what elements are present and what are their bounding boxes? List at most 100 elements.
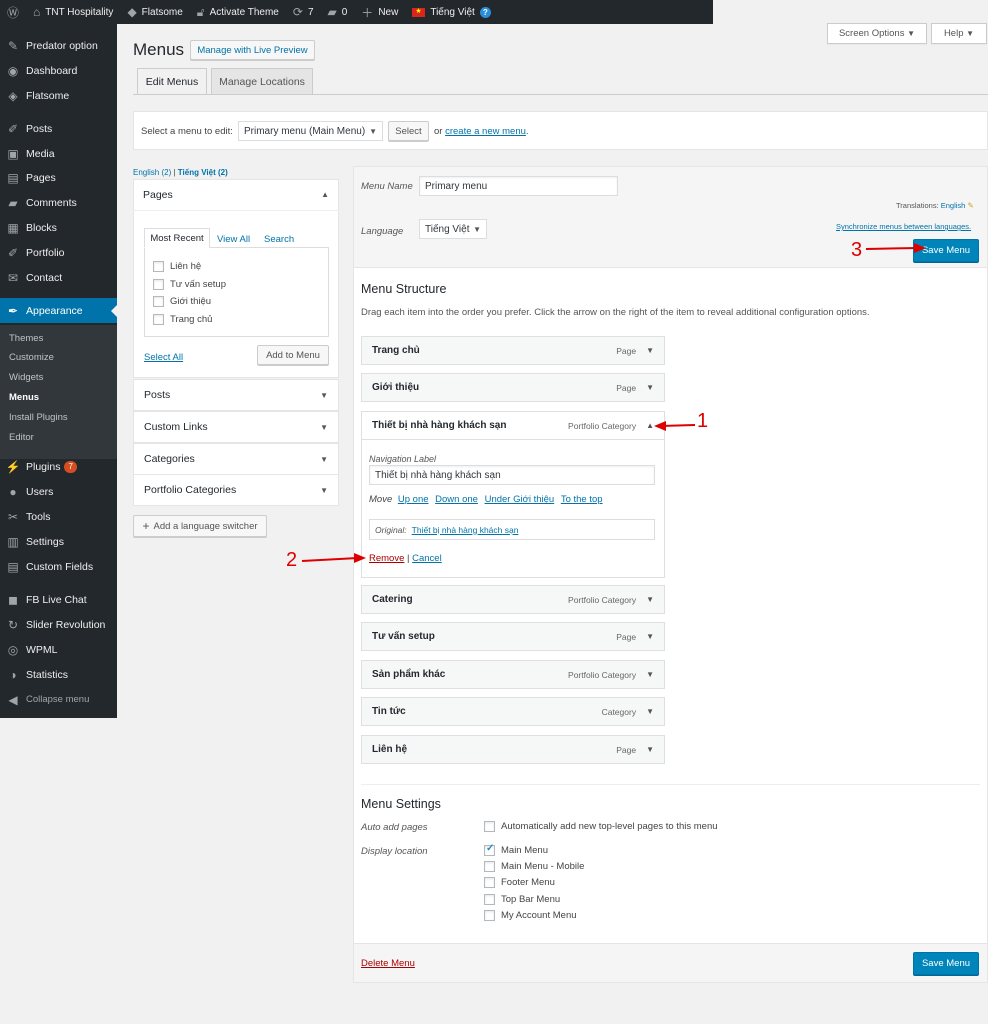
menu-select[interactable]: Primary menu (Main Menu) ▼	[238, 121, 383, 141]
sidebar-item-posts[interactable]: ✐ Posts	[0, 116, 117, 141]
new-content-link[interactable]: ＋ New	[354, 0, 405, 24]
sidebar-item-blocks[interactable]: ▦ Blocks	[0, 215, 117, 240]
updates-link[interactable]: ⟳ 7	[286, 0, 321, 24]
delete-menu-link[interactable]: Delete Menu	[361, 958, 415, 969]
comments-link[interactable]: ▰ 0	[321, 0, 355, 24]
display-location-option[interactable]: Main Menu - Mobile	[484, 861, 584, 873]
location-checkbox[interactable]	[484, 893, 495, 905]
caret-down-icon[interactable]: ▼	[646, 346, 654, 355]
select-button[interactable]: Select	[388, 121, 429, 141]
sidebar-item-pages[interactable]: ▤ Pages	[0, 165, 117, 190]
caret-down-icon[interactable]: ▼	[646, 595, 654, 604]
sidebar-item-dashboard[interactable]: ◉ Dashboard	[0, 58, 117, 83]
sidebar-item-media[interactable]: ▣ Media	[0, 141, 117, 166]
submenu-item-themes[interactable]: Themes	[9, 333, 43, 344]
location-checkbox[interactable]	[484, 861, 495, 873]
live-preview-button[interactable]: Manage with Live Preview	[190, 40, 315, 60]
theme-link[interactable]: ◆ Flatsome	[120, 0, 189, 24]
save-menu-button-bottom[interactable]: Save Menu	[913, 952, 979, 975]
caret-down-icon[interactable]: ▼	[646, 745, 654, 754]
sidebar-item-comments[interactable]: ▰ Comments	[0, 190, 117, 215]
display-location-option[interactable]: My Account Menu	[484, 909, 577, 921]
tab-view-all[interactable]: View All	[217, 234, 250, 245]
page-list-item[interactable]: Trang chủ	[153, 313, 212, 325]
wordpress-logo[interactable]: Ⓦ	[0, 0, 26, 24]
sidebar-item-collapse-menu[interactable]: ◀ Collapse menu	[0, 687, 117, 712]
display-location-option[interactable]: Main Menu	[484, 843, 548, 856]
english-link[interactable]: English (2)	[133, 168, 171, 177]
sidebar-item-users[interactable]: ● Users	[0, 479, 117, 504]
create-menu-link[interactable]: create a new menu	[445, 126, 526, 137]
pages-header[interactable]: Pages ▲	[133, 179, 339, 211]
tab-manage-locations[interactable]: Manage Locations	[211, 68, 313, 94]
sidebar-item-slider-revolution[interactable]: ↻ Slider Revolution	[0, 612, 117, 637]
location-checkbox[interactable]	[484, 877, 495, 889]
nav-label-input[interactable]: Thiết bị nhà hàng khách sạn	[369, 465, 655, 485]
language-switcher[interactable]: Tiếng Việt?	[405, 0, 497, 24]
accordion-custom-links[interactable]: Custom Links ▼	[133, 411, 339, 443]
remove-link[interactable]: Remove	[369, 553, 404, 564]
move-down-one-link[interactable]: Down one	[435, 494, 478, 505]
location-checkbox[interactable]	[484, 843, 495, 856]
move-up-one-link[interactable]: Up one	[398, 494, 429, 505]
add-to-menu-button[interactable]: Add to Menu	[257, 345, 329, 365]
accordion-categories[interactable]: Categories ▼	[133, 443, 339, 475]
submenu-item-widgets[interactable]: Widgets	[9, 372, 43, 383]
menu-item-tu-van[interactable]: Tư vấn setup Page ▼	[361, 622, 665, 651]
caret-down-icon[interactable]: ▼	[646, 632, 654, 641]
page-checkbox[interactable]	[153, 278, 164, 290]
submenu-item-install-plugins[interactable]: Install Plugins	[9, 412, 68, 423]
activate-theme-link[interactable]: 🔓︎ Activate Theme	[190, 0, 286, 24]
menu-item-tin-tuc[interactable]: Tin tức Category ▼	[361, 697, 665, 726]
move-to-top-link[interactable]: To the top	[561, 494, 603, 505]
sidebar-item-custom-fields[interactable]: ▤ Custom Fields	[0, 554, 117, 579]
display-location-option[interactable]: Footer Menu	[484, 877, 555, 889]
menu-item-lien-he[interactable]: Liên hệ Page ▼	[361, 735, 665, 764]
tab-edit-menus[interactable]: Edit Menus	[137, 68, 207, 95]
sidebar-item-appearance[interactable]: ✒ Appearance	[0, 298, 117, 323]
accordion-portfolio-categories[interactable]: Portfolio Categories ▼	[133, 474, 339, 506]
caret-down-icon[interactable]: ▼	[646, 383, 654, 392]
menu-item-san-pham[interactable]: Sản phẩm khác Portfolio Category ▼	[361, 660, 665, 689]
location-checkbox[interactable]	[484, 909, 495, 921]
caret-down-icon[interactable]: ▼	[646, 670, 654, 679]
page-checkbox[interactable]	[153, 313, 164, 325]
caret-up-icon[interactable]: ▲	[646, 421, 654, 430]
sidebar-item-portfolio[interactable]: ✐ Portfolio	[0, 240, 117, 265]
auto-add-option[interactable]: Automatically add new top-level pages to…	[484, 821, 718, 832]
page-checkbox[interactable]	[153, 296, 164, 307]
select-all-link[interactable]: Select All	[144, 352, 183, 363]
language-select[interactable]: Tiếng Việt ▼	[419, 219, 487, 239]
page-list-item[interactable]: Liên hệ	[153, 261, 201, 272]
sidebar-item-plugins[interactable]: ⚡ Plugins 7	[0, 454, 117, 479]
viet-link[interactable]: Tiếng Việt (2)	[178, 168, 228, 177]
sidebar-item-contact[interactable]: ✉ Contact	[0, 265, 117, 290]
submenu-item-menus[interactable]: Menus	[9, 392, 39, 403]
sidebar-item-settings[interactable]: ▥ Settings	[0, 529, 117, 554]
cancel-link[interactable]: Cancel	[412, 553, 442, 564]
page-list-item[interactable]: Giới thiệu	[153, 296, 211, 307]
move-under-link[interactable]: Under Giới thiệu	[485, 494, 555, 505]
page-list-item[interactable]: Tư vấn setup	[153, 278, 226, 290]
original-link[interactable]: Thiết bị nhà hàng khách sạn	[412, 525, 519, 535]
sidebar-item-wpml[interactable]: ◎ WPML	[0, 637, 117, 662]
translation-english-link[interactable]: English	[941, 201, 966, 210]
save-menu-button-top[interactable]: Save Menu	[913, 239, 979, 262]
display-location-option[interactable]: Top Bar Menu	[484, 893, 560, 905]
menu-item-thiet-bi[interactable]: Thiết bị nhà hàng khách sạn Portfolio Cat…	[361, 411, 665, 440]
add-language-switcher-button[interactable]: + Add a language switcher	[133, 515, 267, 537]
caret-down-icon[interactable]: ▼	[646, 707, 654, 716]
sidebar-item-fb-live-chat[interactable]: ◼ FB Live Chat	[0, 587, 117, 612]
page-checkbox[interactable]	[153, 261, 164, 272]
sidebar-item-flatsome[interactable]: ◈ Flatsome	[0, 83, 117, 108]
menu-item-trang-chu[interactable]: Trang chủ Page ▼	[361, 336, 665, 365]
tab-search[interactable]: Search	[264, 234, 294, 245]
auto-add-checkbox[interactable]	[484, 821, 495, 832]
screen-options-button[interactable]: Screen Options ▼	[827, 23, 927, 44]
sidebar-item-predator-option[interactable]: ✎ Predator option	[0, 33, 117, 58]
tab-most-recent[interactable]: Most Recent	[144, 228, 210, 248]
sync-menus-link[interactable]: Synchronize menus between languages.	[836, 222, 971, 231]
menu-item-catering[interactable]: Catering Portfolio Category ▼	[361, 585, 665, 614]
menu-item-gioi-thieu[interactable]: Giới thiệu Page ▼	[361, 373, 665, 402]
submenu-item-editor[interactable]: Editor	[9, 432, 34, 443]
